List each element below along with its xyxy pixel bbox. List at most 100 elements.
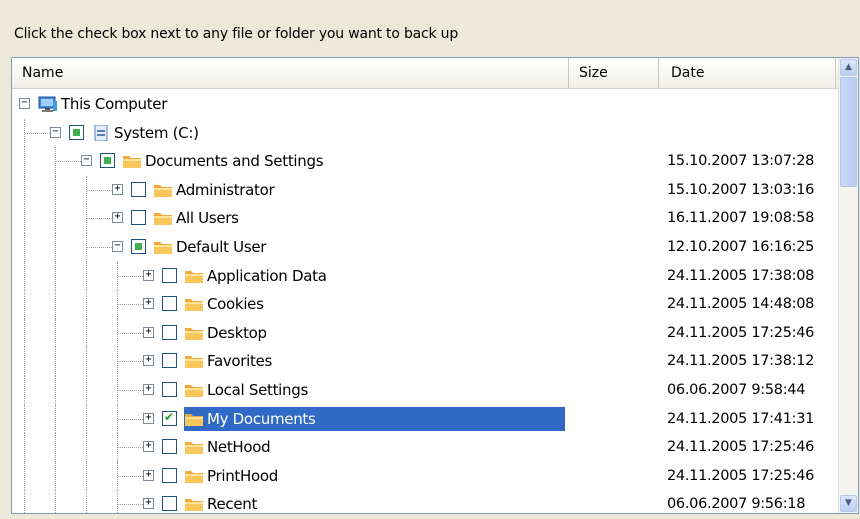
folder-icon: [184, 382, 204, 398]
tree-row[interactable]: + Local Settings 06.06.2007 9:58:44: [12, 376, 839, 405]
tree-item-label[interactable]: Desktop: [204, 319, 270, 347]
backup-checkbox[interactable]: [162, 296, 177, 312]
tree-connector: [118, 390, 143, 391]
tree-row[interactable]: + Administrator 15.10.2007 13:03:16: [12, 175, 839, 205]
tree-connector: [118, 475, 143, 477]
tree-guide-line: [86, 233, 87, 262]
tree-item-label[interactable]: NetHood: [204, 433, 273, 461]
tree-item-label[interactable]: Recent: [204, 490, 260, 513]
scroll-up-button[interactable]: ▲: [840, 59, 857, 76]
column-header-date[interactable]: Date: [659, 58, 836, 88]
tree-item-label[interactable]: Local Settings: [204, 376, 311, 404]
tree-row[interactable]: + All Users 16.11.2007 19:08:58: [12, 204, 839, 233]
folder-icon: [184, 468, 204, 484]
backup-checkbox[interactable]: [162, 467, 177, 483]
tree-guide-line: [55, 204, 56, 233]
expand-icon[interactable]: +: [143, 384, 154, 395]
tree-guide-line: [86, 261, 87, 291]
backup-checkbox[interactable]: [100, 153, 115, 169]
collapse-icon[interactable]: −: [112, 241, 123, 252]
tree-row[interactable]: + Desktop 24.11.2005 17:25:46: [12, 318, 839, 348]
tree-connector: [118, 361, 143, 363]
tree-item-label[interactable]: Default User: [173, 233, 269, 261]
column-header-name[interactable]: Name: [12, 58, 569, 88]
tree-item-label[interactable]: Favorites: [204, 347, 275, 375]
tree-row[interactable]: + Recent 06.06.2007 9:56:18: [12, 490, 839, 513]
tree-item-label[interactable]: My Documents: [204, 405, 319, 433]
expand-icon[interactable]: +: [143, 498, 154, 510]
tree-guide-line: [117, 318, 118, 348]
tree-item-date: 24.11.2005 14:48:08: [667, 296, 815, 313]
backup-checkbox[interactable]: [131, 210, 146, 226]
tree-item-label[interactable]: Application Data: [204, 262, 330, 290]
tree-item-label[interactable]: This Computer: [58, 90, 170, 118]
column-header-size[interactable]: Size: [569, 58, 659, 88]
tree-row[interactable]: − System (C:): [12, 118, 839, 148]
tree-item-date: 24.11.2005 17:41:31: [667, 410, 815, 427]
tree-item-date: 24.11.2005 17:38:12: [667, 353, 815, 370]
tree-guide-line: [24, 376, 25, 405]
tree-guide-line: [117, 347, 118, 376]
backup-checkbox[interactable]: [162, 267, 177, 283]
tree-item-label[interactable]: Documents and Settings: [142, 147, 326, 175]
tree-guide-line: [117, 433, 118, 462]
tree-guide-line: [86, 376, 87, 405]
tree-guide-line: [117, 461, 118, 491]
backup-checkbox[interactable]: [69, 124, 84, 140]
tree-row[interactable]: + Favorites 24.11.2005 17:38:12: [12, 347, 839, 376]
tree-item-label[interactable]: All Users: [173, 204, 242, 232]
tree-row[interactable]: − This Computer: [12, 90, 839, 118]
tree-connector: [118, 275, 143, 277]
folder-icon: [184, 296, 204, 312]
tree-guide-line: [24, 433, 25, 462]
tree-guide-line: [24, 347, 25, 376]
collapse-icon[interactable]: −: [19, 98, 30, 109]
tree-guide-line: [55, 233, 56, 262]
expand-icon[interactable]: +: [143, 298, 154, 310]
backup-checkbox[interactable]: [131, 181, 146, 197]
expand-icon[interactable]: +: [143, 355, 154, 367]
tree-guide-line: [24, 490, 25, 513]
tree-row[interactable]: − Documents and Settings 15.10.2007 13:07:…: [12, 147, 839, 176]
tree-row[interactable]: + NetHood 24.11.2005 17:25:46: [12, 433, 839, 462]
tree-item-date: 15.10.2007 13:07:28: [667, 153, 815, 170]
tree-row[interactable]: + My Documents 24.11.2005 17:41:31: [12, 404, 839, 434]
scroll-down-button[interactable]: ▼: [840, 495, 857, 512]
vertical-scrollbar[interactable]: ▲ ▼: [838, 58, 858, 513]
expand-icon[interactable]: +: [112, 183, 123, 195]
scroll-thumb[interactable]: [840, 77, 857, 187]
backup-checkbox[interactable]: [162, 439, 177, 455]
tree-item-label[interactable]: Cookies: [204, 290, 267, 318]
backup-checkbox[interactable]: [131, 239, 146, 254]
backup-checkbox[interactable]: [162, 410, 177, 426]
folder-icon: [153, 210, 173, 226]
tree-guide-line: [86, 290, 87, 319]
expand-icon[interactable]: +: [143, 269, 154, 281]
backup-checkbox[interactable]: [162, 324, 177, 340]
tree-item-date: 16.11.2007 19:08:58: [667, 210, 815, 227]
expand-icon[interactable]: +: [112, 212, 123, 224]
tree-row[interactable]: + Application Data 24.11.2005 17:38:08: [12, 261, 839, 291]
tree-guide-line: [24, 118, 25, 148]
backup-checkbox[interactable]: [162, 496, 177, 512]
tree-row[interactable]: + PrintHood 24.11.2005 17:25:46: [12, 461, 839, 491]
tree-guide-line: [86, 347, 87, 376]
tree-row[interactable]: − Default User 12.10.2007 16:16:25: [12, 233, 839, 262]
tree-connector: [25, 132, 50, 134]
expand-icon[interactable]: +: [143, 441, 154, 453]
collapse-icon[interactable]: −: [81, 155, 92, 167]
tree-connector: [87, 218, 112, 220]
tree-guide-line: [86, 404, 87, 434]
expand-icon[interactable]: +: [143, 326, 154, 338]
tree-item-label[interactable]: System (C:): [111, 119, 202, 147]
tree-item-label[interactable]: Administrator: [173, 176, 277, 204]
tree-guide-line: [117, 261, 118, 291]
tree-guide-line: [24, 461, 25, 491]
collapse-icon[interactable]: −: [50, 126, 61, 138]
tree-row[interactable]: + Cookies 24.11.2005 14:48:08: [12, 290, 839, 319]
tree-item-label[interactable]: PrintHood: [204, 462, 281, 490]
expand-icon[interactable]: +: [143, 469, 154, 481]
backup-checkbox[interactable]: [162, 353, 177, 369]
expand-icon[interactable]: +: [143, 412, 154, 424]
backup-checkbox[interactable]: [162, 382, 177, 397]
